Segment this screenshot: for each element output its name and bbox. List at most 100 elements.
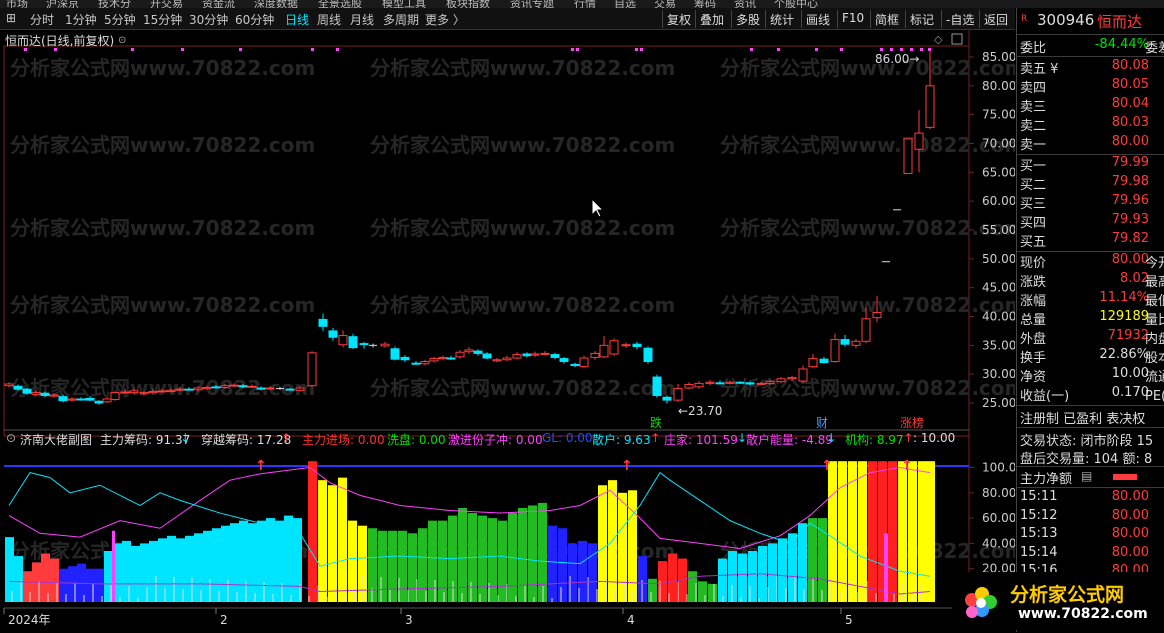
top-menu-item[interactable]: 行情 [574,0,596,8]
toolbar-button[interactable]: -自选 [946,11,974,28]
indicator-header: ⊙ 济南大佬副图 主力筹码: 91.37 ↓ 穿越筹码: 17.28 ↑ 主力进场: 0.0… [0,430,1015,448]
stat-row: 净资 10.00流通 [1017,366,1164,385]
indicator-bar [558,528,567,602]
price-axis-label: 25.00 [982,396,1015,410]
ask-row: 卖五 ¥ 80.08 [1017,58,1164,77]
stock-name: 恒而达 [1097,13,1143,31]
ask-row-label: 卖四 [1020,81,1047,96]
candle-body [202,386,212,390]
window-toggle-icon[interactable] [951,33,963,45]
top-menu-item[interactable]: 深度数据 [254,0,298,8]
top-menu-item[interactable]: 资讯专题 [510,0,554,8]
candle-body [559,358,569,362]
divider [1017,466,1164,467]
list-icon[interactable]: ▤ [1081,469,1092,483]
toolbar-divider [731,10,732,28]
indicator-bar [131,545,140,602]
period-tab[interactable]: 多周期 [383,11,419,28]
tick-row: 15:14 80.00 [1017,545,1164,564]
bid-row: 买二 79.98 [1017,174,1164,193]
ask-row-label: 卖五 ¥ [1020,62,1059,77]
indicator-value: GL: 0.00 [542,431,593,445]
toolbar-button[interactable]: 叠加 [700,11,724,28]
toolbar-button[interactable]: F10 [842,11,864,25]
top-menu-item[interactable]: 自选 [614,0,636,8]
toolbar-button[interactable]: 简框 [875,11,899,28]
period-tab[interactable]: 周线 [317,11,341,28]
chart-type-icon[interactable]: ⊞ [6,11,16,25]
tick-time: 15:13 [1020,526,1058,541]
divider [1017,487,1164,488]
stat-row-extra: 最高 [1145,275,1164,290]
candle-body [840,339,850,345]
signal-dot [750,48,753,51]
toolbar-button[interactable]: 画线 [806,11,830,28]
indicator-bar [149,540,158,602]
bid-row: 买四 79.93 [1017,212,1164,231]
indicator-bar [868,461,877,602]
diamond-icon[interactable]: ◇ [934,33,943,46]
indicator-bar [5,537,14,602]
top-menu-item[interactable]: 开交易 [150,0,183,8]
top-menu-item[interactable]: 筹码 [694,0,716,8]
period-tab[interactable]: 1分钟 [65,11,97,28]
kline-chart[interactable]: 分析家公式网www.70822.com 分析家公式网www.70822.com 分析… [0,30,1015,630]
top-menu-item[interactable]: 资金流 [202,0,235,8]
indicator-settings-icon[interactable]: ⊙ [6,431,16,445]
event-tag[interactable]: 财 [816,416,828,430]
period-tab[interactable]: 60分钟 [235,11,274,28]
period-tab[interactable]: 5分钟 [104,11,136,28]
time-axis-label: 2024年 [8,613,51,627]
top-menu-item[interactable]: 市场 [6,0,28,8]
bid-row-value: 79.98 [1111,174,1149,189]
period-tab[interactable]: 更多 〉 [425,11,465,28]
event-tag[interactable]: 涨榜 [900,415,924,430]
top-menu-item[interactable]: 模型工具 [382,0,426,8]
top-menu-item[interactable]: 交易 [654,0,676,8]
candle-body [643,347,653,362]
period-tab[interactable]: 分时 [30,11,54,28]
quote-panel: R 300946恒而达委比 -84.44%委差卖五 ¥ 80.08 卖四 80.05 卖三 8… [1016,8,1164,632]
ask-row-label: 卖一 [1020,138,1047,153]
period-tab[interactable]: 月线 [350,11,374,28]
bid-row-label: 买五 [1020,235,1047,250]
candle-body [265,387,275,390]
top-menu-item[interactable]: 个股中心 [774,0,818,8]
candle-body [295,387,305,391]
event-tag[interactable]: 跌 [650,415,662,430]
time-axis-label: 5 [845,613,853,627]
indicator-axis-label: 60.00 [982,511,1015,525]
candle-body [58,396,68,402]
chart-settings-icon[interactable]: ⊙ [118,35,126,46]
stat-row-value: 0.170 [1111,385,1149,400]
toolbar-divider [837,10,838,28]
watermark-text: 分析家公式网www.70822.com [10,216,315,240]
toolbar-button[interactable]: 标记 [910,11,934,28]
toolbar-button[interactable]: 返回 [984,11,1008,28]
toolbar-divider [695,10,696,28]
bid-row-value: 79.82 [1111,231,1149,246]
period-tab[interactable]: 30分钟 [189,11,228,28]
divider [1017,405,1164,406]
signal-dot [920,48,923,51]
toolbar-button[interactable]: 统计 [770,11,794,28]
top-menu-item[interactable]: 资讯 [734,0,756,8]
bid-row: 买五 79.82 [1017,231,1164,250]
watermark-text: 分析家公式网www.70822.com [10,293,315,317]
indicator-name[interactable]: 济南大佬副图 [20,431,92,448]
bid-row-value: 79.96 [1111,193,1149,208]
top-menu-item[interactable]: 沪深京 [46,0,79,8]
signal-dot [239,48,242,51]
indicator-value: 机构: 8.97 [845,433,904,447]
top-menu-item[interactable]: 板块指数 [446,0,490,8]
stat-row-extra: 量比 [1145,313,1164,328]
candle-body [652,376,662,397]
period-tab[interactable]: 日线 [285,11,309,28]
toolbar-button[interactable]: 多股 [736,11,760,28]
top-menu-item[interactable]: 技术分 [98,0,131,8]
toolbar-button[interactable]: 复权 [667,11,691,28]
top-menu-item[interactable]: 全景选股 [318,0,362,8]
indicator-bar [248,523,257,602]
net-amount-label[interactable]: 主力净额 [1020,468,1072,487]
period-tab[interactable]: 15分钟 [143,11,182,28]
